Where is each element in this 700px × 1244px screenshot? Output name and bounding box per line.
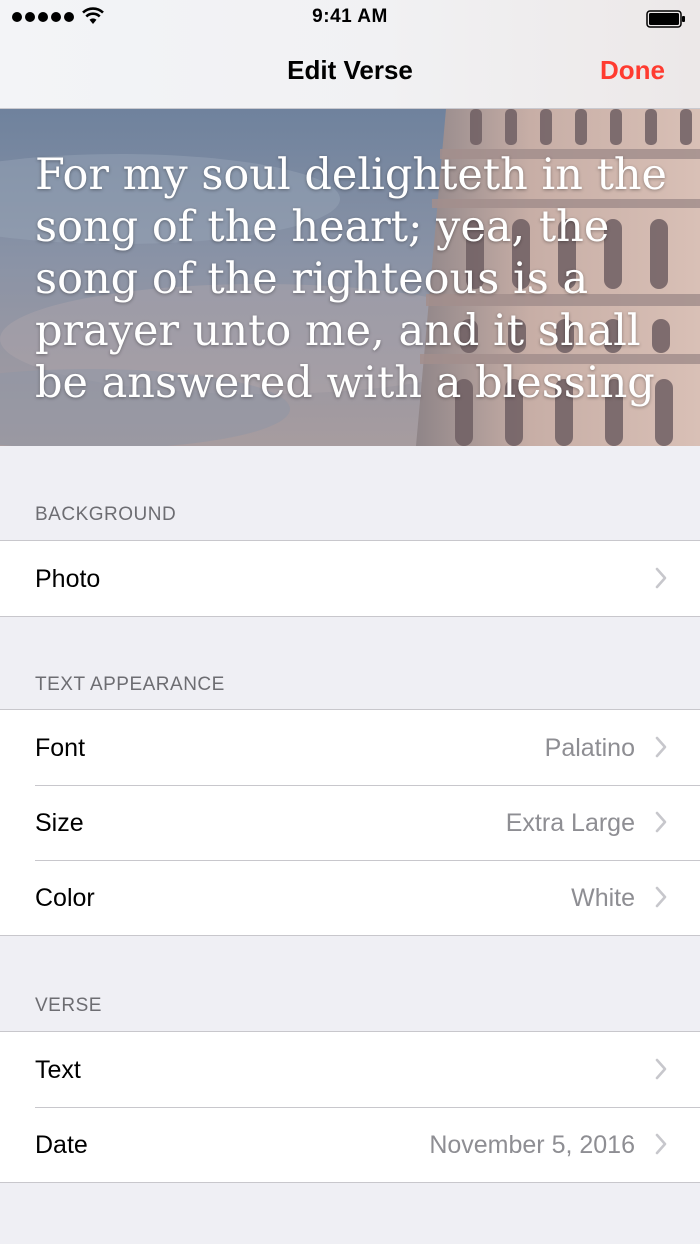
verse-group: Text Date November 5, 2016 bbox=[0, 1031, 700, 1183]
row-label: Text bbox=[35, 1056, 81, 1084]
section-header-background: BACKGROUND bbox=[35, 504, 177, 525]
chevron-right-icon bbox=[655, 886, 667, 908]
section-header-verse: VERSE bbox=[35, 995, 102, 1016]
text-appearance-group: Font Palatino Size Extra Large Color Whi… bbox=[0, 709, 700, 936]
verse-text-preview: For my soul delighteth in the song of th… bbox=[35, 150, 668, 408]
chevron-right-icon bbox=[655, 736, 667, 758]
row-value: Extra Large bbox=[505, 809, 635, 837]
chevron-right-icon bbox=[655, 567, 667, 589]
chevron-right-icon bbox=[655, 1058, 667, 1080]
text-row[interactable]: Text bbox=[0, 1032, 700, 1107]
done-button[interactable]: Done bbox=[600, 55, 665, 86]
row-label: Date bbox=[35, 1131, 88, 1159]
section-header-text-appearance: TEXT APPEARANCE bbox=[35, 674, 225, 695]
verse-preview: For my soul delighteth in the song of th… bbox=[0, 109, 700, 446]
row-value: Palatino bbox=[544, 734, 635, 762]
chevron-right-icon bbox=[655, 811, 667, 833]
font-row[interactable]: Font Palatino bbox=[0, 710, 700, 785]
row-value: November 5, 2016 bbox=[429, 1131, 635, 1159]
page-title: Edit Verse bbox=[287, 55, 413, 85]
row-value: White bbox=[571, 884, 635, 912]
row-label: Font bbox=[35, 734, 86, 762]
status-time: 9:41 AM bbox=[312, 6, 388, 27]
battery-icon bbox=[646, 10, 685, 28]
date-row[interactable]: Date November 5, 2016 bbox=[0, 1107, 700, 1182]
navigation-bar: Edit Verse Done bbox=[0, 36, 700, 108]
row-label: Color bbox=[35, 884, 95, 912]
color-row[interactable]: Color White bbox=[0, 860, 700, 935]
chevron-right-icon bbox=[655, 1133, 667, 1155]
background-group: Photo bbox=[0, 540, 700, 617]
status-bar: 9:41 AM bbox=[0, 0, 700, 36]
top-bar: 9:41 AM Edit Verse Done bbox=[0, 0, 700, 109]
size-row[interactable]: Size Extra Large bbox=[0, 785, 700, 860]
row-label: Size bbox=[35, 809, 84, 837]
photo-row[interactable]: Photo bbox=[0, 541, 700, 616]
row-label: Photo bbox=[35, 565, 101, 593]
